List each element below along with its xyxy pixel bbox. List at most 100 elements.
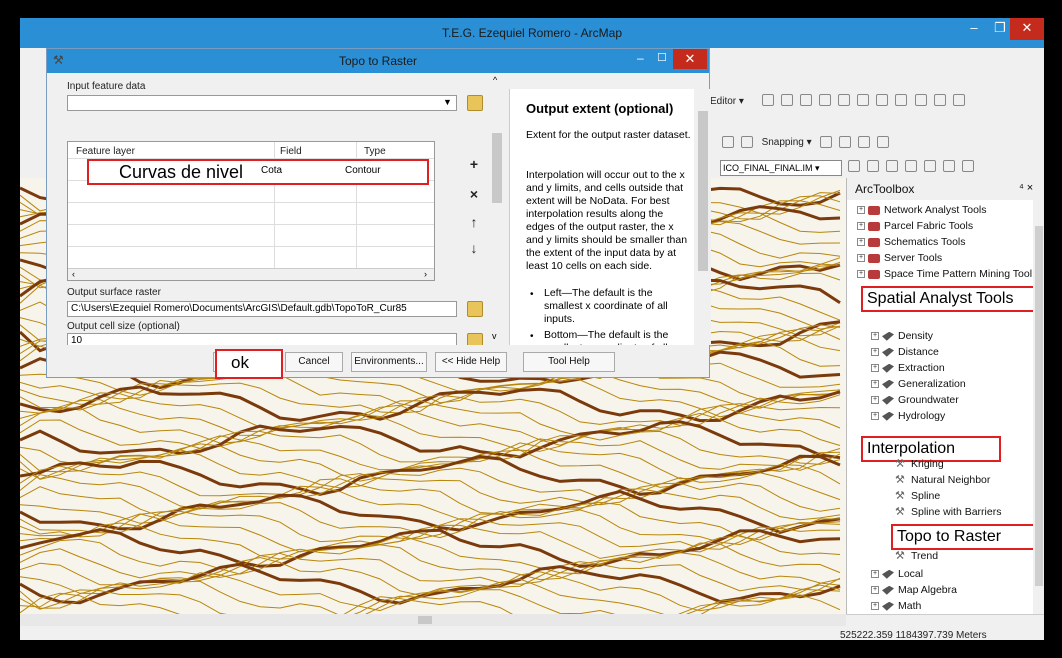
scroll-thumb[interactable] [1035,226,1043,586]
tree-node-extraction[interactable]: + Extraction [871,362,945,374]
tree-node-generalization[interactable]: + Generalization [871,378,966,390]
tree-node-space-time-pattern-mining-tool[interactable]: + Space Time Pattern Mining Tool: [857,268,1035,280]
expand-icon[interactable]: + [857,254,865,263]
scroll-thumb[interactable] [418,616,432,624]
scroll-up-icon[interactable]: ^ [493,75,497,85]
input-feature-select[interactable] [67,95,457,111]
edit-tool-icon[interactable] [762,94,774,107]
move-up-button[interactable]: ↑ [465,213,483,231]
expand-icon[interactable]: + [871,396,879,405]
map-horizontal-scrollbar[interactable] [20,614,846,626]
form-vertical-scrollbar[interactable]: ^ v [487,73,507,345]
snapping-options-icon[interactable] [722,136,734,148]
col-header-feature-layer[interactable]: Feature layer [76,146,135,157]
expand-icon[interactable]: + [871,364,879,373]
tree-node-server-tools[interactable]: + Server Tools [857,252,942,264]
tree-node-spline-with-barriers[interactable]: ⚒ Spline with Barriers [895,506,1001,518]
dialog-maximize-button[interactable]: ☐ [657,51,667,64]
tree-node-label[interactable]: Spatial Analyst Tools [867,290,1013,307]
environments-button[interactable]: Environments... [351,352,427,372]
graph-icon[interactable] [943,160,956,173]
arctoolbox-icon[interactable] [886,160,899,173]
chevron-down-icon[interactable]: ▼ [443,97,452,107]
point-snap-icon[interactable] [820,136,833,148]
expand-icon[interactable]: + [871,602,879,611]
folder-open-icon[interactable] [467,95,483,111]
scroll-right-icon[interactable]: › [424,269,427,279]
end-snap-icon[interactable] [839,136,852,148]
expand-icon[interactable]: + [871,348,879,357]
cancel-button[interactable]: Cancel [285,352,343,372]
expand-icon[interactable]: + [871,412,879,421]
contour-icon[interactable] [848,160,860,173]
trace-icon[interactable] [819,94,832,107]
rotate-icon[interactable] [876,94,889,107]
tool-help-button[interactable]: Tool Help [523,352,615,372]
attributes-icon[interactable] [914,94,927,107]
expand-icon[interactable]: + [857,270,865,279]
cell-feature-layer[interactable]: Curvas de nivel [119,162,243,182]
tree-node-natural-neighbor[interactable]: ⚒ Natural Neighbor [895,474,990,486]
scroll-thumb[interactable] [698,111,708,271]
delete-icon[interactable] [895,94,908,107]
histogram-icon[interactable] [867,160,880,173]
col-header-field[interactable]: Field [280,146,302,157]
remove-row-button[interactable]: × [465,185,483,203]
tree-node-schematics-tools[interactable]: + Schematics Tools [857,236,966,248]
edge-snap-icon[interactable] [876,136,889,148]
expand-icon[interactable]: + [857,206,865,215]
snapping-settings-icon[interactable] [740,136,753,148]
folder-open-icon[interactable] [467,301,483,317]
python-icon[interactable] [905,160,918,173]
output-surface-input[interactable]: C:\Users\Ezequiel Romero\Documents\ArcGI… [67,301,457,317]
tree-node-parcel-fabric-tools[interactable]: + Parcel Fabric Tools [857,220,973,232]
toolbox-vertical-scrollbar[interactable] [1033,200,1044,614]
add-row-button[interactable]: + [465,155,483,173]
editor-menu[interactable]: Editor ▾ [710,96,744,107]
tree-node-map-algebra[interactable]: + Map Algebra [871,584,957,596]
scroll-thumb[interactable] [492,133,502,203]
expand-icon[interactable]: + [871,586,879,595]
dialog-close-button[interactable]: ✕ [673,49,707,69]
tree-node-distance[interactable]: + Distance [871,346,939,358]
expand-icon[interactable]: + [871,570,879,579]
close-button[interactable]: ✕ [1010,18,1044,40]
cut-polygon-icon[interactable] [838,94,851,107]
edit-vertices-icon[interactable] [781,94,794,107]
globe-icon[interactable] [962,160,975,173]
tree-node-network-analyst-tools[interactable]: + Network Analyst Tools [857,204,987,216]
snapping-menu[interactable]: Snapping ▾ [762,137,812,148]
ok-button-label[interactable]: ok [231,353,249,372]
tree-node-math[interactable]: + Math [871,600,921,612]
tree-node-label[interactable]: Interpolation [867,440,955,457]
pin-close-icon[interactable]: ⁴ × [1019,182,1033,194]
help-vertical-scrollbar[interactable] [694,89,711,345]
hide-help-button[interactable]: << Hide Help [435,352,507,372]
tree-node-label[interactable]: Topo to Raster [897,528,1001,545]
vertex-snap-icon[interactable] [857,136,870,148]
tree-node-local[interactable]: + Local [871,568,923,580]
col-header-type[interactable]: Type [364,146,386,157]
tree-node-kriging[interactable]: ⚒ Kriging [895,458,944,470]
split-icon[interactable] [857,94,870,107]
tree-node-spline[interactable]: ⚒ Spline [895,490,940,502]
dialog-minimize-button[interactable]: – [637,51,644,65]
sketch-properties-icon[interactable] [933,94,946,107]
expand-icon[interactable]: + [857,238,865,247]
tree-node-groundwater[interactable]: + Groundwater [871,394,959,406]
expand-icon[interactable]: + [871,380,879,389]
table-horizontal-scrollbar[interactable]: ‹ › [68,268,434,280]
model-builder-icon[interactable] [924,160,937,173]
move-down-button[interactable]: ↓ [465,239,483,257]
expand-icon[interactable]: + [871,332,879,341]
straight-segment-icon[interactable] [800,94,813,107]
tree-node-density[interactable]: + Density [871,330,933,342]
expand-icon[interactable]: + [857,222,865,231]
tree-node-hydrology[interactable]: + Hydrology [871,410,945,422]
layer-dropdown[interactable]: ICO_FINAL_FINAL.IM ▾ [720,160,842,176]
tree-node-trend[interactable]: ⚒ Trend [895,550,938,562]
scroll-left-icon[interactable]: ‹ [72,269,75,279]
minimize-button[interactable]: – [960,18,988,40]
create-features-icon[interactable] [952,94,965,107]
scroll-down-icon[interactable]: v [492,331,497,341]
